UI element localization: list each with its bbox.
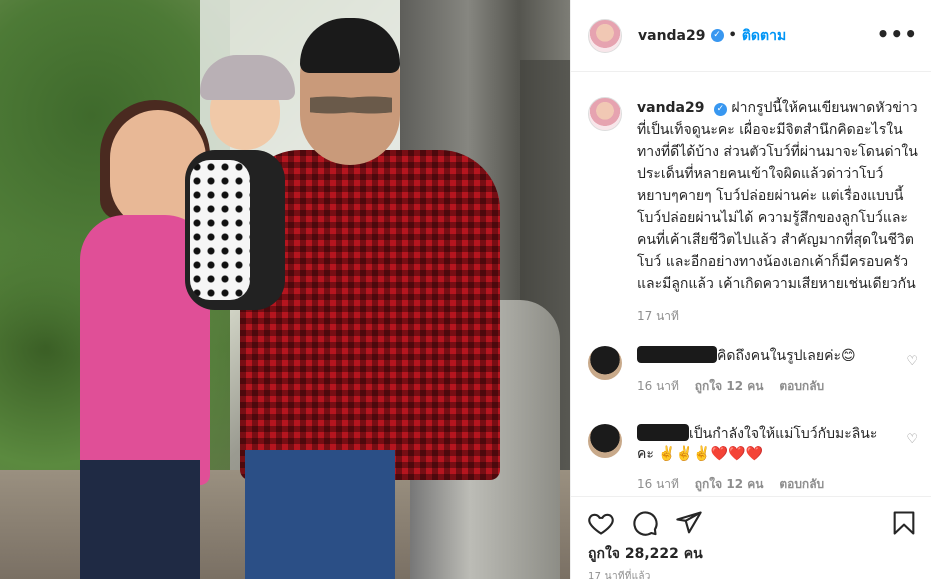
post-actions-bar: ถูกใจ 28,222 คน 17 นาทีที่แล้ว [571, 496, 931, 579]
caption-text: ฝากรูปนี้ให้คนเขียนพาดหัวข่าวที่เป็นเท็จ… [637, 100, 918, 292]
comment-time[interactable]: 16 นาที [637, 379, 679, 393]
post-side-panel: vanda29 ✓ • ติดตาม ••• vanda29 ✓ ฝากรูปน… [570, 0, 931, 579]
verified-badge-icon: ✓ [713, 103, 727, 116]
sunglasses [310, 92, 392, 118]
commenter-avatar[interactable] [588, 424, 622, 458]
heart-icon[interactable] [587, 509, 615, 537]
bookmark-icon[interactable] [890, 509, 918, 537]
comment-body: เป็นกำลังใจให้แม่โบว์กับมะลินะคะ ✌️✌️✌️❤… [637, 424, 887, 494]
post-caption: vanda29 ✓ ฝากรูปนี้ให้คนเขียนพาดหัวข่าวท… [588, 97, 918, 327]
reply-button[interactable]: ตอบกลับ [779, 379, 824, 393]
post-timestamp[interactable]: 17 นาทีที่แล้ว [588, 569, 651, 579]
follow-button[interactable]: ติดตาม [742, 25, 786, 47]
baby-polka-dot-pants [190, 160, 250, 300]
comment-likes[interactable]: ถูกใจ 12 คน [695, 379, 764, 393]
caption-avatar[interactable] [588, 97, 622, 131]
comment-meta: 16 นาที ถูกใจ 12 คน ตอบกลับ [637, 376, 887, 396]
comment-like-heart-icon[interactable]: ♡ [906, 354, 918, 369]
comment-text: คิดถึงคนในรูปเลยค่ะ😊 [717, 348, 856, 364]
comment-like-heart-icon[interactable]: ♡ [906, 432, 918, 447]
header-username[interactable]: vanda29 [638, 28, 706, 44]
verified-badge-icon: ✓ [710, 29, 724, 42]
comment-icon[interactable] [631, 509, 659, 537]
reply-button[interactable]: ตอบกลับ [779, 477, 824, 491]
redacted-username [637, 346, 717, 363]
post-header: vanda29 ✓ • ติดตาม ••• [571, 0, 931, 72]
comment-time[interactable]: 16 นาที [637, 477, 679, 491]
comment-meta: 16 นาที ถูกใจ 12 คน ตอบกลับ [637, 474, 887, 494]
comment-item: คิดถึงคนในรูปเลยค่ะ😊 16 นาที ถูกใจ 12 คน… [588, 346, 918, 396]
like-count[interactable]: ถูกใจ 28,222 คน [588, 543, 703, 565]
caption-body: vanda29 ✓ ฝากรูปนี้ให้คนเขียนพาดหัวข่าวท… [637, 97, 918, 327]
comment-likes[interactable]: ถูกใจ 12 คน [695, 477, 764, 491]
separator-dot: • [728, 28, 737, 43]
caption-username[interactable]: vanda29 [637, 100, 705, 116]
caption-time[interactable]: 17 นาที [637, 305, 918, 327]
avatar[interactable] [588, 18, 622, 53]
woman-jeans [80, 460, 200, 579]
man-jeans [245, 450, 395, 579]
share-icon[interactable] [675, 509, 703, 537]
comment-body: คิดถึงคนในรูปเลยค่ะ😊 16 นาที ถูกใจ 12 คน… [637, 346, 887, 396]
commenter-avatar[interactable] [588, 346, 622, 380]
baby-hat [200, 55, 295, 100]
comment-item: เป็นกำลังใจให้แม่โบว์กับมะลินะคะ ✌️✌️✌️❤… [588, 424, 918, 494]
post-photo[interactable] [0, 0, 570, 579]
redacted-username [637, 424, 689, 441]
more-options-icon[interactable]: ••• [877, 22, 918, 46]
